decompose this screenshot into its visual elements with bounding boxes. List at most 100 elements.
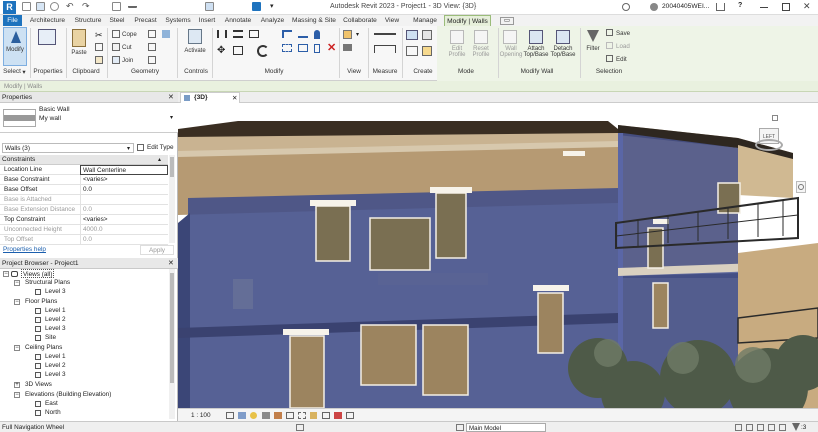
help-icon[interactable]: ?: [738, 2, 742, 9]
tab-systems[interactable]: Systems: [163, 15, 193, 26]
create-assembly-icon[interactable]: [406, 30, 418, 40]
tree-node[interactable]: Views (all): [21, 269, 55, 278]
reveal-hidden-icon[interactable]: [334, 412, 342, 419]
group-properties-label[interactable]: Properties: [32, 68, 64, 77]
apply-button[interactable]: Apply: [140, 245, 174, 255]
design-options-icon[interactable]: [456, 424, 464, 431]
offset-icon[interactable]: [233, 30, 243, 38]
detach-top-base-icon[interactable]: [556, 30, 570, 44]
active-model-select[interactable]: Main Model: [466, 423, 546, 432]
create-similar-icon[interactable]: [422, 46, 432, 56]
edit-type-button[interactable]: Edit Type: [137, 143, 175, 153]
property-row[interactable]: Base Offset 0.0: [0, 185, 168, 195]
tree-node[interactable]: Elevations (Building Elevation): [25, 390, 111, 399]
tree-node[interactable]: Level 3: [45, 370, 66, 379]
collapse-toggle-icon[interactable]: −: [14, 299, 20, 305]
browser-scrollbar[interactable]: [169, 269, 175, 419]
collapse-toggle-icon[interactable]: −: [14, 345, 20, 351]
show-crop-icon[interactable]: [298, 412, 306, 419]
select-pinned-icon[interactable]: [757, 424, 764, 431]
viewcube-compass-ring[interactable]: [755, 139, 783, 151]
temporary-hide-icon[interactable]: [322, 412, 330, 419]
array-icon[interactable]: [282, 44, 292, 52]
maximize-icon[interactable]: [782, 3, 790, 11]
view-scale[interactable]: 1 : 100: [191, 412, 211, 419]
navigation-bar[interactable]: [796, 181, 806, 193]
search-icon[interactable]: [622, 3, 630, 11]
tab-structure[interactable]: Structure: [72, 15, 104, 26]
worksharing-display-icon[interactable]: [346, 412, 354, 419]
tab-architecture[interactable]: Architecture: [26, 15, 69, 26]
lock-3d-view-icon[interactable]: [310, 412, 317, 419]
shadows-icon[interactable]: [262, 412, 270, 419]
aligned-dimension-icon[interactable]: [374, 45, 396, 53]
sync-status-icon[interactable]: [296, 424, 304, 431]
tab-analyze[interactable]: Analyze: [258, 15, 287, 26]
copy-element-icon[interactable]: [233, 46, 243, 55]
create-group-icon[interactable]: [406, 46, 418, 56]
tab-view[interactable]: View: [383, 15, 401, 26]
ribbon-minimize-icon[interactable]: ▭: [500, 17, 514, 25]
unpin-icon[interactable]: [314, 44, 320, 53]
scrollbar-thumb[interactable]: [170, 157, 174, 177]
crop-view-icon[interactable]: [286, 412, 294, 419]
tree-node[interactable]: Level 2: [45, 315, 66, 324]
instance-filter[interactable]: Walls (3) ▾: [2, 143, 134, 153]
rotate-icon[interactable]: [257, 45, 269, 57]
view-tab-close-icon[interactable]: ✕: [232, 94, 238, 102]
override-graphics-icon[interactable]: [343, 30, 352, 39]
detail-level-icon[interactable]: [226, 412, 234, 419]
tab-collaborate[interactable]: Collaborate: [341, 15, 379, 26]
filter-label[interactable]: Filter: [583, 46, 603, 52]
collapse-toggle-icon[interactable]: −: [3, 271, 9, 277]
tab-steel[interactable]: Steel: [107, 15, 127, 26]
tree-node[interactable]: 3D Views: [25, 380, 52, 389]
pin-icon[interactable]: [314, 30, 320, 39]
filter-funnel-icon[interactable]: [587, 30, 599, 42]
select-dropdown-icon[interactable]: ▾: [21, 68, 27, 77]
tree-node[interactable]: Site: [45, 333, 56, 342]
tab-massing-site[interactable]: Massing & Site: [290, 15, 338, 26]
home-icon[interactable]: [772, 115, 778, 121]
type-selector-dropdown-icon[interactable]: ▾: [170, 114, 173, 121]
save-selection-label[interactable]: Save: [616, 30, 630, 37]
view-tab[interactable]: {3D} ✕: [180, 92, 240, 103]
customize-qat-icon[interactable]: ▾: [270, 2, 279, 11]
expand-toggle-icon[interactable]: +: [14, 382, 20, 388]
full-navigation-wheel-icon[interactable]: [798, 184, 804, 190]
trim-icon[interactable]: [282, 30, 292, 38]
cope-label[interactable]: Cope: [122, 31, 137, 38]
attach-top-base-icon[interactable]: [529, 30, 543, 44]
paste-label[interactable]: Paste: [68, 50, 90, 56]
cart-icon[interactable]: [716, 3, 725, 11]
properties-help-link[interactable]: Properties help: [3, 246, 46, 253]
tree-node[interactable]: Structural Plans: [25, 278, 70, 287]
select-links-icon[interactable]: [735, 424, 742, 431]
cut-scissors-icon[interactable]: ✂: [95, 30, 107, 42]
edit-selection-icon[interactable]: [606, 55, 613, 62]
select-by-face-icon[interactable]: [768, 424, 775, 431]
building-3d-model[interactable]: [178, 103, 818, 408]
open-icon[interactable]: [22, 2, 31, 11]
paint-icon[interactable]: [162, 30, 170, 38]
join-icon[interactable]: [112, 56, 120, 64]
select-underlay-icon[interactable]: [746, 424, 753, 431]
tab-insert[interactable]: Insert: [196, 15, 218, 26]
split-face-icon[interactable]: [148, 30, 156, 38]
render-icon[interactable]: [274, 412, 282, 419]
minimize-icon[interactable]: [760, 7, 768, 8]
print-icon[interactable]: [112, 2, 121, 11]
type-selector[interactable]: Basic Wall My wall ▾: [0, 103, 178, 133]
viewcube[interactable]: LEFT: [755, 125, 783, 153]
3d-viewport[interactable]: LEFT: [178, 103, 818, 408]
tree-node[interactable]: East: [45, 399, 58, 408]
save-icon[interactable]: [36, 2, 45, 11]
cut-geometry-icon[interactable]: [112, 43, 120, 51]
user-name[interactable]: 20040405WEI...: [662, 3, 709, 10]
split-icon[interactable]: [298, 30, 308, 38]
property-row[interactable]: Top Constraint <varies>: [0, 215, 168, 225]
edit-selection-label[interactable]: Edit: [616, 56, 627, 63]
activate-label[interactable]: Activate: [181, 48, 209, 54]
cut-label[interactable]: Cut: [122, 44, 132, 51]
redo-icon[interactable]: ↷: [82, 2, 91, 11]
